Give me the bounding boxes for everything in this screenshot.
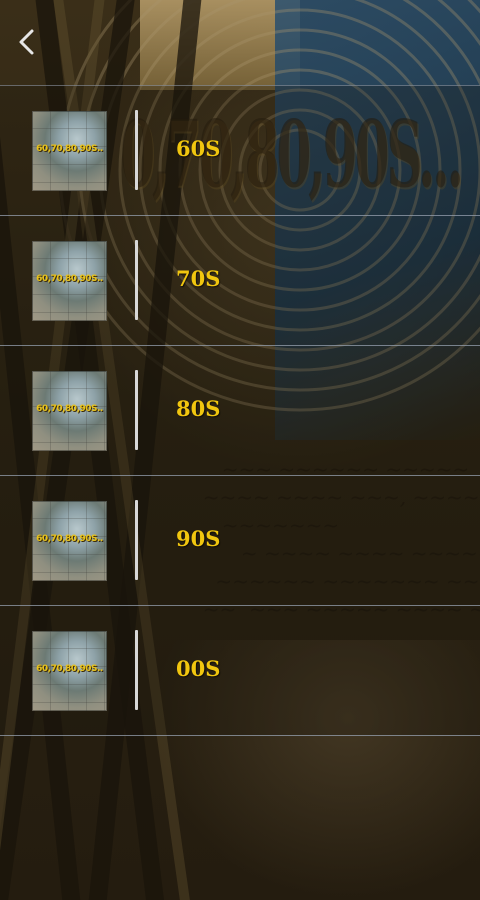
thumbnail-text: 60,70,80,90S..	[36, 274, 103, 284]
album-thumbnail: 60,70,80,90S..	[32, 371, 107, 451]
album-thumbnail: 60,70,80,90S..	[32, 631, 107, 711]
era-label: 70S	[176, 266, 221, 291]
row-divider	[135, 110, 138, 190]
era-label: 60S	[176, 136, 221, 161]
row-divider	[135, 240, 138, 320]
album-thumbnail: 60,70,80,90S..	[32, 241, 107, 321]
thumbnail-text: 60,70,80,90S..	[36, 534, 103, 544]
row-divider	[135, 500, 138, 580]
row-divider	[135, 370, 138, 450]
era-label: 90S	[176, 526, 221, 551]
thumbnail-text: 60,70,80,90S..	[36, 664, 103, 674]
back-button[interactable]	[10, 22, 44, 62]
album-thumbnail: 60,70,80,90S..	[32, 501, 107, 581]
thumbnail-text: 60,70,80,90S..	[36, 404, 103, 414]
list-item-00s[interactable]: 60,70,80,90S.. 00S	[0, 606, 480, 736]
list-item-70s[interactable]: 60,70,80,90S.. 70S	[0, 216, 480, 346]
album-thumbnail: 60,70,80,90S..	[32, 111, 107, 191]
thumbnail-text: 60,70,80,90S..	[36, 144, 103, 154]
chevron-left-icon	[19, 29, 34, 55]
list-item-60s[interactable]: 60,70,80,90S.. 60S	[0, 85, 480, 216]
row-divider	[135, 630, 138, 710]
list-item-80s[interactable]: 60,70,80,90S.. 80S	[0, 346, 480, 476]
list-item-90s[interactable]: 60,70,80,90S.. 90S	[0, 476, 480, 606]
era-label: 00S	[176, 656, 221, 681]
era-list: 60,70,80,90S.. 60S 60,70,80,90S.. 70S 60…	[0, 85, 480, 736]
era-label: 80S	[176, 396, 221, 421]
